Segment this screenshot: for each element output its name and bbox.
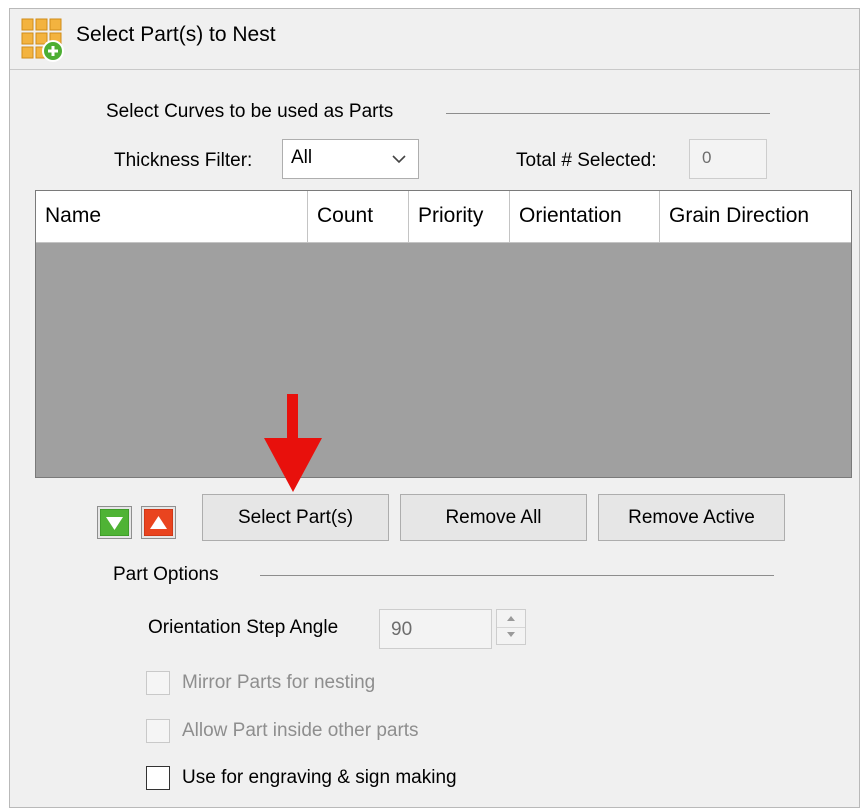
remove-active-button[interactable]: Remove Active <box>598 494 785 541</box>
move-up-button[interactable] <box>141 506 176 539</box>
remove-all-button[interactable]: Remove All <box>400 494 587 541</box>
orientation-step-label: Orientation Step Angle <box>148 617 339 638</box>
chevron-down-icon <box>390 150 408 168</box>
curves-section-divider <box>446 113 770 114</box>
select-parts-button[interactable]: Select Part(s) <box>202 494 389 541</box>
column-header-grain-direction[interactable]: Grain Direction <box>660 191 851 242</box>
allow-inside-option: Allow Part inside other parts <box>146 717 526 747</box>
thickness-filter-label: Thickness Filter: <box>114 150 253 171</box>
orientation-step-value: 90 <box>391 619 413 640</box>
select-parts-panel: Select Part(s) to Nest Select Curves to … <box>9 8 860 808</box>
mirror-parts-checkbox <box>146 671 170 695</box>
engraving-checkbox[interactable] <box>146 766 170 790</box>
column-header-orientation[interactable]: Orientation <box>510 191 660 242</box>
thickness-filter-select[interactable]: All <box>282 139 419 179</box>
allow-inside-checkbox <box>146 719 170 743</box>
parts-table-header: Name Count Priority Orientation Grain Di… <box>36 191 851 243</box>
panel-title-bar: Select Part(s) to Nest <box>10 9 859 70</box>
spinner-down-icon <box>497 630 525 647</box>
total-selected-value: 0 <box>702 148 712 167</box>
part-options-title: Part Options <box>113 564 219 585</box>
move-down-button[interactable] <box>97 506 132 539</box>
orientation-step-spinner <box>496 609 526 645</box>
mirror-parts-label: Mirror Parts for nesting <box>182 672 376 693</box>
column-header-count[interactable]: Count <box>308 191 409 242</box>
allow-inside-label: Allow Part inside other parts <box>182 720 419 741</box>
column-header-priority[interactable]: Priority <box>409 191 510 242</box>
orientation-step-field: 90 <box>379 609 492 649</box>
curves-section-title: Select Curves to be used as Parts <box>106 101 394 122</box>
engraving-label[interactable]: Use for engraving & sign making <box>182 767 457 789</box>
total-selected-label: Total # Selected: <box>516 150 657 171</box>
parts-table[interactable]: Name Count Priority Orientation Grain Di… <box>35 190 852 478</box>
column-header-name[interactable]: Name <box>36 191 308 242</box>
red-arrow-pointer-icon <box>262 394 326 494</box>
panel-title: Select Part(s) to Nest <box>76 23 276 46</box>
part-options-divider <box>260 575 774 576</box>
total-selected-field: 0 <box>689 139 767 179</box>
nest-grid-add-icon <box>21 18 65 62</box>
spinner-down-button <box>497 627 525 644</box>
engraving-option[interactable]: Use for engraving & sign making <box>146 764 546 794</box>
spinner-up-button <box>497 610 525 628</box>
thickness-filter-value: All <box>291 147 313 168</box>
mirror-parts-option: Mirror Parts for nesting <box>146 669 506 699</box>
